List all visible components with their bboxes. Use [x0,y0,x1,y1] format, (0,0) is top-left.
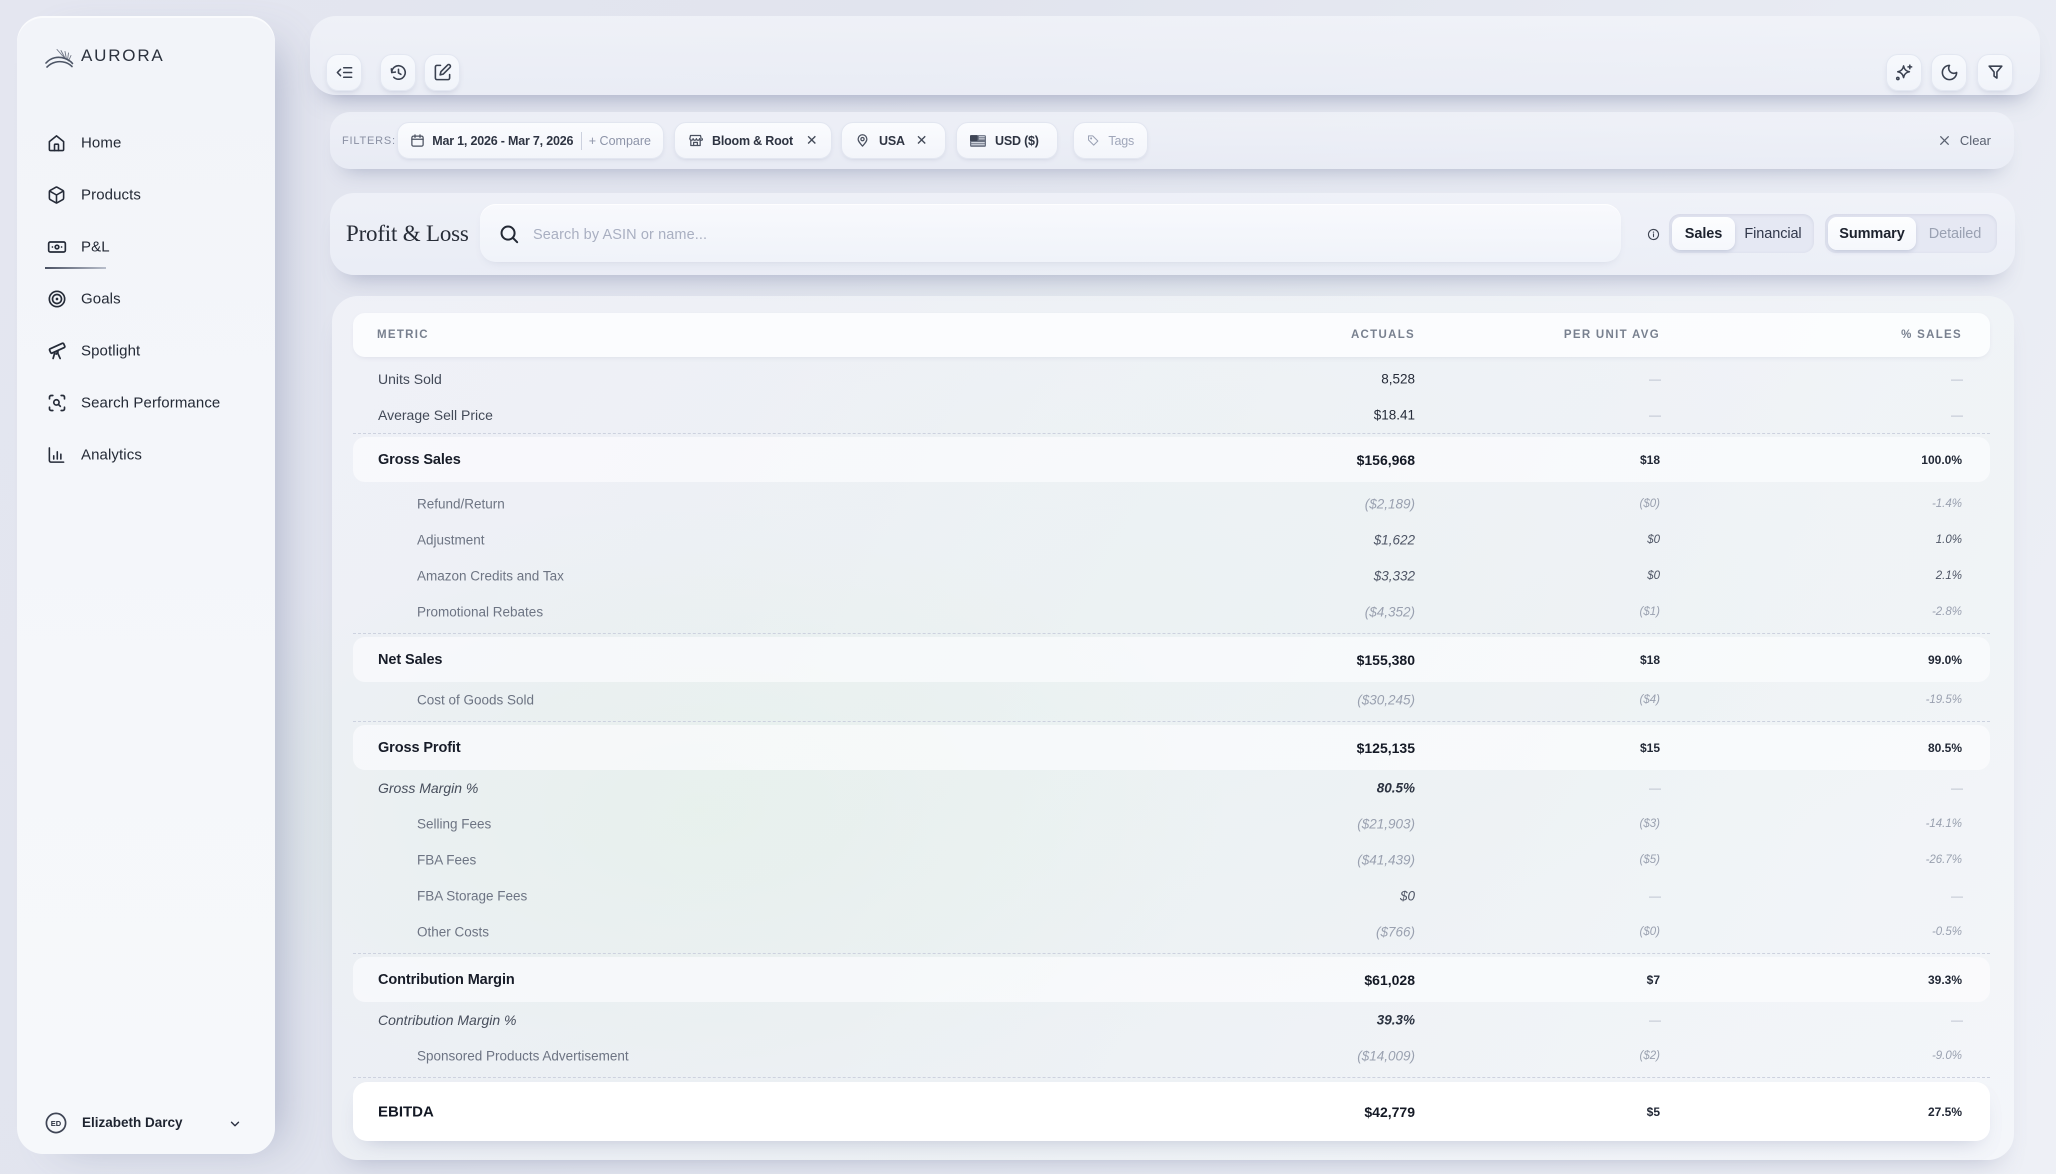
svg-text:ED: ED [51,1119,62,1128]
